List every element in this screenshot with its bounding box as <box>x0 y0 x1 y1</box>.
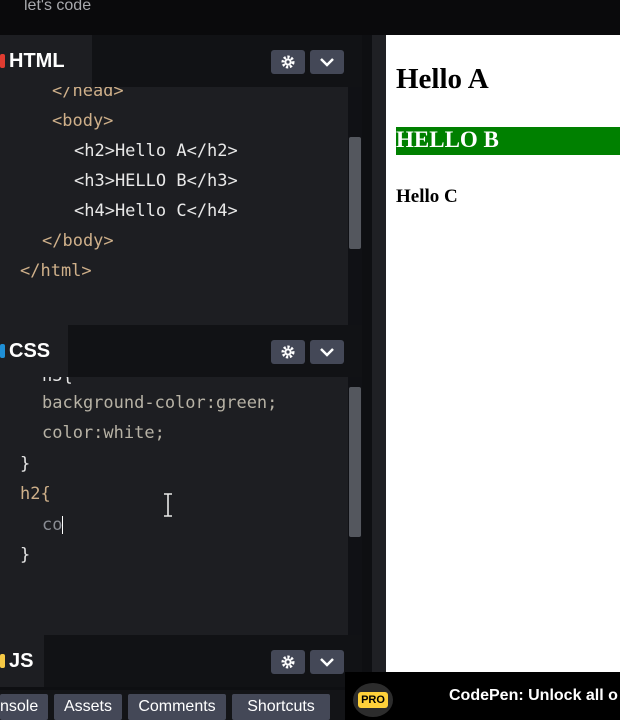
code-line: } <box>20 545 31 565</box>
code-line: </body> <box>42 231 114 251</box>
editors-column: HTML </head> <body> <h2>Hello A</h2> <h3… <box>0 35 372 720</box>
code-line: </head> <box>52 87 124 101</box>
code-line: h2{ <box>20 484 51 504</box>
html-settings-button[interactable] <box>271 50 305 74</box>
shortcuts-button[interactable]: Shortcuts <box>232 694 330 720</box>
pro-badge: PRO <box>353 683 393 717</box>
promo-text: CodePen: Unlock all o <box>449 687 618 704</box>
pro-badge-label: PRO <box>358 692 388 708</box>
preview-heading-c: Hello C <box>396 186 458 207</box>
tab-js[interactable]: JS <box>0 635 44 687</box>
text-caret <box>62 516 64 534</box>
css-tab-label: CSS <box>9 339 51 362</box>
project-title[interactable]: let's code <box>24 0 91 15</box>
window-titlebar: let's code <box>0 0 620 35</box>
html-tab-label: HTML <box>9 49 65 72</box>
preview-heading-b: HELLO B <box>396 127 620 155</box>
css-scrollbar[interactable] <box>348 377 362 635</box>
preview-pane: Hello A HELLO B Hello C <box>386 35 620 720</box>
text-cursor-icon <box>164 493 172 517</box>
chevron-down-icon <box>320 658 334 667</box>
preview-heading-a: Hello A <box>396 63 489 95</box>
scroll-thumb[interactable] <box>349 137 361 249</box>
css-code-editor[interactable]: h3{ background-color:green; color:white;… <box>0 377 362 635</box>
console-button[interactable]: nsole <box>0 694 48 720</box>
gear-icon <box>281 345 295 359</box>
html-tab-marker <box>0 54 5 68</box>
code-line: <body> <box>52 111 114 131</box>
code-line: color:white; <box>42 423 165 443</box>
html-code-editor[interactable]: </head> <body> <h2>Hello A</h2> <h3>HELL… <box>0 87 362 325</box>
code-line: </html> <box>20 261 92 281</box>
js-settings-button[interactable] <box>271 650 305 674</box>
chevron-down-icon <box>320 348 334 357</box>
tab-html[interactable]: HTML <box>0 35 92 87</box>
resize-divider[interactable] <box>372 35 386 720</box>
scroll-thumb[interactable] <box>349 387 361 537</box>
code-line: <h3>HELLO B</h3> <box>74 171 238 191</box>
html-collapse-button[interactable] <box>310 50 344 74</box>
gear-icon <box>281 55 295 69</box>
bottom-toolbar: nsole Assets Comments Shortcuts <box>0 690 345 720</box>
html-scrollbar[interactable] <box>348 87 362 325</box>
code-line: } <box>20 454 31 474</box>
gear-icon <box>281 655 295 669</box>
css-settings-button[interactable] <box>271 340 305 364</box>
pro-promo-banner[interactable]: PRO CodePen: Unlock all o <box>345 672 620 720</box>
js-panel-header: JS <box>0 635 362 687</box>
assets-button[interactable]: Assets <box>54 694 122 720</box>
css-tab-marker <box>0 344 5 358</box>
chevron-down-icon <box>320 58 334 67</box>
comments-button[interactable]: Comments <box>128 694 226 720</box>
js-tab-label: JS <box>9 649 34 672</box>
code-line: <h4>Hello C</h4> <box>74 201 238 221</box>
js-tab-marker <box>0 654 5 668</box>
html-panel-header: HTML <box>0 35 362 87</box>
code-line: background-color:green; <box>42 393 278 413</box>
js-collapse-button[interactable] <box>310 650 344 674</box>
css-collapse-button[interactable] <box>310 340 344 364</box>
css-panel-header: CSS <box>0 325 362 377</box>
code-line: <h2>Hello A</h2> <box>74 141 238 161</box>
tab-css[interactable]: CSS <box>0 325 68 377</box>
code-line: co <box>42 515 64 535</box>
